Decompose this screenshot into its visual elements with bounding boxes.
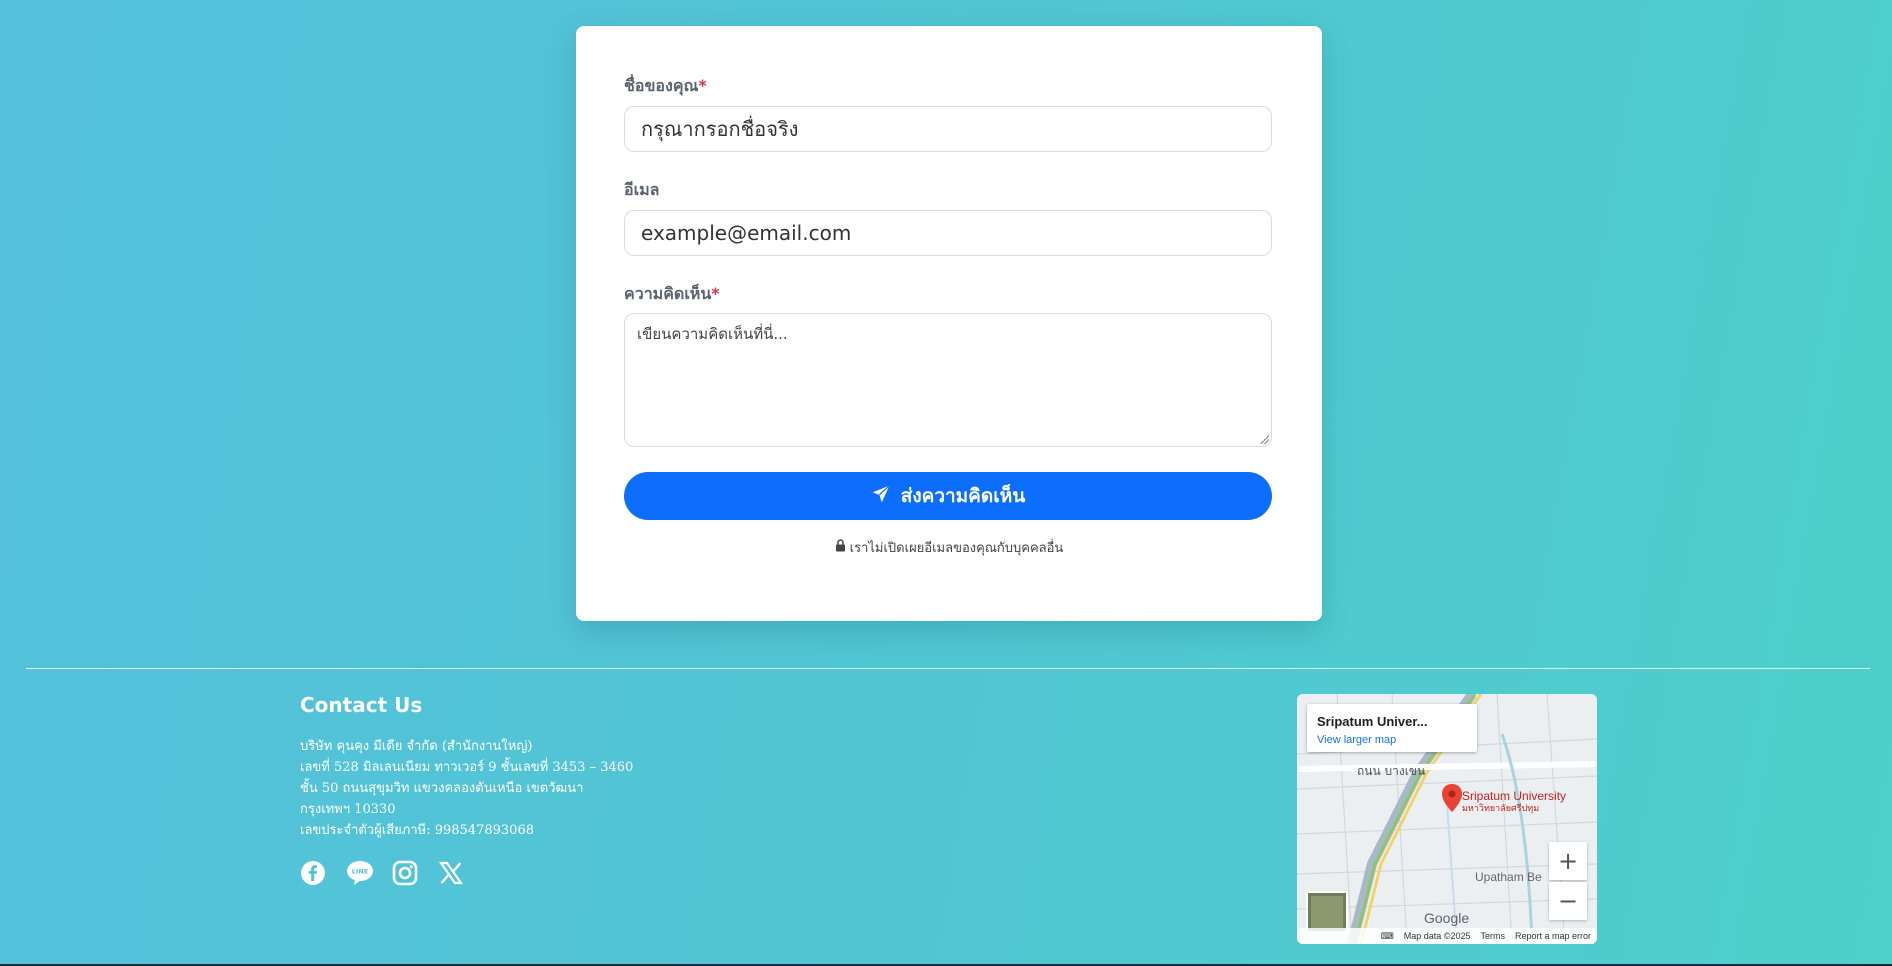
footer-divider xyxy=(26,668,1870,669)
zoom-in-button[interactable]: + xyxy=(1549,842,1587,880)
road-label: ถนน บางเขน xyxy=(1357,764,1426,778)
keyboard-icon[interactable]: ⌨ xyxy=(1381,931,1394,942)
terms-link[interactable]: Terms xyxy=(1480,931,1505,941)
comment-label: ความคิดเห็น* xyxy=(624,284,720,303)
comment-textarea[interactable]: เขียนความคิดเห็นที่นี่... xyxy=(624,313,1272,447)
map-data-text: Map data ©2025 xyxy=(1403,931,1471,941)
resize-handle[interactable] xyxy=(1259,434,1269,444)
comment-placeholder: เขียนความคิดเห็นที่นี่... xyxy=(637,325,788,343)
report-map-error-link[interactable]: Report a map error xyxy=(1515,931,1591,941)
email-input[interactable]: example@email.com xyxy=(624,210,1272,256)
area-label: Upatham Be xyxy=(1475,870,1542,884)
facebook-icon[interactable] xyxy=(300,860,326,886)
contact-title: Contact Us xyxy=(300,693,423,717)
name-label: ชื่อของคุณ* xyxy=(624,76,707,95)
name-input[interactable]: กรุณากรอกชื่อจริง xyxy=(624,106,1272,152)
address-line: ชั้น 50 ถนนสุขุมวิท แขวงคลองตันเหนือ เขต… xyxy=(300,781,584,796)
google-map-embed[interactable]: ถนน บางเขน Sripatum University มหาวิทยาล… xyxy=(1297,694,1597,944)
address-line: เลขประจำตัวผู้เสียภาษี: 998547893068 xyxy=(300,823,534,838)
address-line: เลขที่ 528 มิลเลนเนียม ทาวเวอร์ 9 ชั้นเล… xyxy=(300,760,634,775)
instagram-icon[interactable] xyxy=(392,860,418,886)
view-larger-map-link[interactable]: View larger map xyxy=(1317,734,1396,746)
lock-icon xyxy=(835,539,846,556)
company-address: บริษัท คุนคุง มีเดีย จำกัด (สำนักงานใหญ่… xyxy=(300,736,633,841)
feedback-form-card: ชื่อของคุณ* กรุณากรอกชื่อจริง อีเมล exam… xyxy=(576,26,1322,621)
submit-button[interactable]: ส่งความคิดเห็น xyxy=(624,472,1272,520)
google-logo: Google xyxy=(1424,910,1470,926)
map-footer: ⌨ Map data ©2025 Terms Report a map erro… xyxy=(1297,928,1597,944)
submit-label: ส่งความคิดเห็น xyxy=(900,485,1026,507)
social-links: LINE xyxy=(300,860,464,886)
privacy-note: เราไม่เปิดเผยอีเมลของคุณกับบุคคลอื่น xyxy=(576,537,1322,558)
place-info-card: Sripatum Univer... View larger map xyxy=(1307,704,1477,752)
email-label: อีเมล xyxy=(624,180,660,199)
marker-label: Sripatum University มหาวิทยาลัยศรีปทุม xyxy=(1462,789,1567,813)
address-line: บริษัท คุนคุง มีเดีย จำกัด (สำนักงานใหญ่… xyxy=(300,739,533,754)
zoom-out-button[interactable]: − xyxy=(1549,882,1587,920)
place-title: Sripatum Univer... xyxy=(1317,714,1428,729)
svg-text:LINE: LINE xyxy=(352,868,368,876)
address-line: กรุงเทพฯ 10330 xyxy=(300,802,396,817)
line-icon[interactable]: LINE xyxy=(346,860,373,886)
x-icon[interactable] xyxy=(438,860,464,886)
send-icon xyxy=(871,484,891,509)
